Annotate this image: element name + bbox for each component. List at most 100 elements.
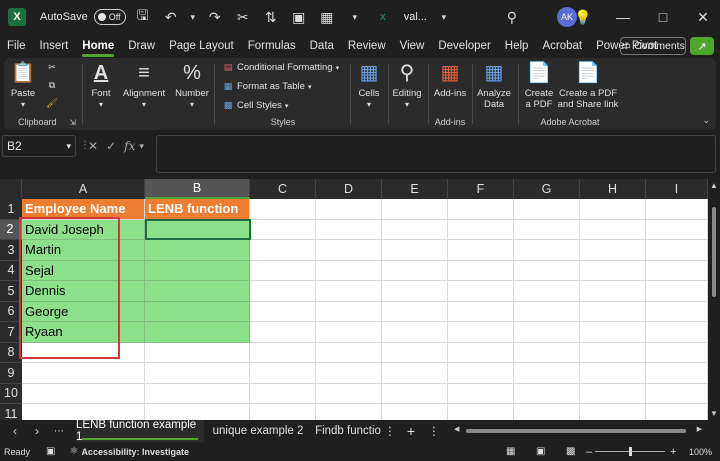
prev-sheet-icon[interactable]: ‹ — [4, 424, 26, 438]
column-header-c[interactable]: C — [250, 179, 316, 199]
cut-icon[interactable]: ✂ — [232, 6, 254, 28]
close-icon[interactable]: ✕ — [692, 6, 714, 28]
tab-page-layout[interactable]: Page Layout — [162, 34, 241, 58]
column-header-i[interactable]: I — [646, 179, 708, 199]
confirm-entry-icon[interactable]: ✓ — [106, 139, 116, 153]
conditional-formatting-button[interactable]: ▤ Conditional Formatting ▾ — [222, 62, 339, 73]
analyze-data-button[interactable]: ▦ Analyze Data — [476, 60, 512, 111]
cells-button[interactable]: ▦ Cells ▾ — [354, 60, 384, 110]
create-pdf-share-button[interactable]: 📄 Create a PDF and Share link — [556, 60, 620, 111]
tab-data[interactable]: Data — [303, 34, 341, 58]
page-break-view-icon[interactable]: ▩ — [566, 446, 575, 457]
column-header-g[interactable]: G — [514, 179, 580, 199]
zoom-in-icon[interactable]: + — [670, 446, 676, 458]
minimize-icon[interactable]: — — [612, 6, 634, 28]
font-button[interactable]: A Font ▾ — [86, 60, 116, 110]
spreadsheet-grid[interactable]: A B C D E F G H I 1 2 3 4 5 6 7 8 9 10 1… — [0, 179, 708, 420]
customize-toolbar-icon[interactable]: ▾ — [344, 6, 366, 28]
row-header-10[interactable]: 10 — [0, 383, 22, 404]
tab-insert[interactable]: Insert — [33, 34, 76, 58]
file-name[interactable]: val... — [404, 11, 427, 23]
vertical-scrollbar[interactable]: ▲ ▼ — [708, 179, 720, 420]
zoom-slider-knob[interactable] — [629, 447, 632, 456]
column-header-e[interactable]: E — [382, 179, 448, 199]
comments-button[interactable]: ▭ Comments — [620, 37, 686, 55]
column-header-b[interactable]: B — [145, 179, 250, 199]
next-sheet-icon[interactable]: › — [26, 424, 48, 438]
maximize-icon[interactable]: □ — [652, 6, 674, 28]
formula-dropdown-icon[interactable]: ▾ — [139, 141, 144, 152]
cell-b1[interactable]: LENB function — [145, 199, 250, 220]
clipboard-launcher-icon[interactable]: ⇲ — [69, 118, 76, 127]
more-tabs-icon[interactable]: ⋮ — [384, 420, 396, 442]
horizontal-scroll-thumb[interactable] — [466, 429, 686, 433]
tab-acrobat[interactable]: Acrobat — [535, 34, 589, 58]
column-header-d[interactable]: D — [316, 179, 382, 199]
page-layout-view-icon[interactable]: ▣ — [536, 446, 545, 457]
redo-icon[interactable]: ↷ — [204, 6, 226, 28]
scroll-down-icon[interactable]: ▼ — [710, 409, 718, 418]
cut-button[interactable]: ✂ — [46, 62, 61, 72]
copy-button[interactable]: ⧉ — [46, 80, 61, 90]
insert-function-icon[interactable]: fx — [124, 139, 135, 153]
autosave-toggle[interactable]: Off — [93, 9, 126, 25]
formula-input[interactable] — [156, 135, 716, 173]
cell-b7[interactable] — [145, 322, 250, 343]
ribbon-collapse-icon[interactable]: ⌄ — [702, 115, 710, 126]
sheet-tab-lenb-example-1[interactable]: LENB function example 1 — [76, 419, 204, 443]
tab-formulas[interactable]: Formulas — [241, 34, 303, 58]
column-header-f[interactable]: F — [448, 179, 514, 199]
addins-button[interactable]: ▦ Add-ins — [432, 60, 468, 100]
zoom-out-icon[interactable]: – — [586, 446, 592, 458]
name-box[interactable]: B2 ▾ — [2, 135, 76, 157]
sheet-options-icon[interactable]: ⋮ — [426, 420, 442, 442]
column-header-a[interactable]: A — [22, 179, 145, 199]
cell-b6[interactable] — [145, 301, 250, 322]
save-icon[interactable]: 🖫 — [132, 6, 154, 28]
create-pdf-button[interactable]: 📄 Create a PDF — [522, 60, 556, 111]
cell-b4[interactable] — [145, 260, 250, 281]
cell-b3[interactable] — [145, 240, 250, 261]
select-all-corner[interactable] — [0, 179, 22, 199]
sheet-tab-unique-example-2[interactable]: unique example 2 — [210, 420, 306, 442]
tab-review[interactable]: Review — [341, 34, 393, 58]
scroll-up-icon[interactable]: ▲ — [710, 181, 718, 190]
accessibility-icon[interactable]: ⚛ — [69, 446, 78, 457]
more-sheets-icon[interactable]: ⋯ — [48, 426, 70, 437]
scroll-left-icon[interactable]: ◀ — [454, 425, 459, 433]
format-painter-button[interactable]: 🖌 — [46, 98, 61, 108]
cell-styles-button[interactable]: ▩ Cell Styles ▾ — [222, 100, 289, 111]
undo-icon[interactable]: ↶ — [160, 6, 182, 28]
undo-dropdown-icon[interactable]: ▾ — [188, 6, 198, 28]
share-button[interactable]: ↗ — [690, 37, 714, 55]
vertical-scroll-thumb[interactable] — [712, 207, 716, 297]
lightbulb-icon[interactable]: 💡 — [572, 6, 594, 28]
sheet-tab-findb-function[interactable]: Findb functio — [312, 420, 384, 442]
sort-icon[interactable]: ⇅ — [260, 6, 282, 28]
normal-view-icon[interactable]: ▦ — [506, 446, 515, 457]
row-header-9[interactable]: 9 — [0, 363, 22, 384]
form-icon[interactable]: ▦ — [316, 6, 338, 28]
tab-view[interactable]: View — [393, 34, 432, 58]
filename-dropdown-icon[interactable]: ▾ — [433, 6, 455, 28]
zoom-level[interactable]: 100% — [689, 447, 712, 457]
tab-file[interactable]: File — [0, 34, 33, 58]
tab-draw[interactable]: Draw — [121, 34, 162, 58]
editing-button[interactable]: ⚲ Editing ▾ — [390, 60, 424, 110]
paste-button[interactable]: 📋 Paste ▾ — [10, 60, 36, 110]
tab-help[interactable]: Help — [498, 34, 536, 58]
search-icon[interactable]: ⚲ — [501, 6, 523, 28]
name-box-dropdown-icon[interactable]: ▾ — [66, 141, 71, 152]
scroll-right-icon[interactable]: ▶ — [697, 425, 702, 433]
tab-developer[interactable]: Developer — [431, 34, 497, 58]
alignment-button[interactable]: ≡ Alignment ▾ — [122, 60, 166, 110]
add-sheet-icon[interactable]: + — [402, 420, 420, 442]
horizontal-scrollbar[interactable]: ◀ ▶ — [454, 426, 702, 434]
macro-record-icon[interactable]: ▣ — [46, 446, 55, 457]
cancel-entry-icon[interactable]: ✕ — [88, 139, 98, 153]
tab-home[interactable]: Home — [75, 34, 121, 58]
number-button[interactable]: % Number ▾ — [174, 60, 210, 110]
accessibility-status[interactable]: Accessibility: Investigate — [81, 447, 189, 457]
camera-icon[interactable]: ▣ — [288, 6, 310, 28]
column-header-h[interactable]: H — [580, 179, 646, 199]
